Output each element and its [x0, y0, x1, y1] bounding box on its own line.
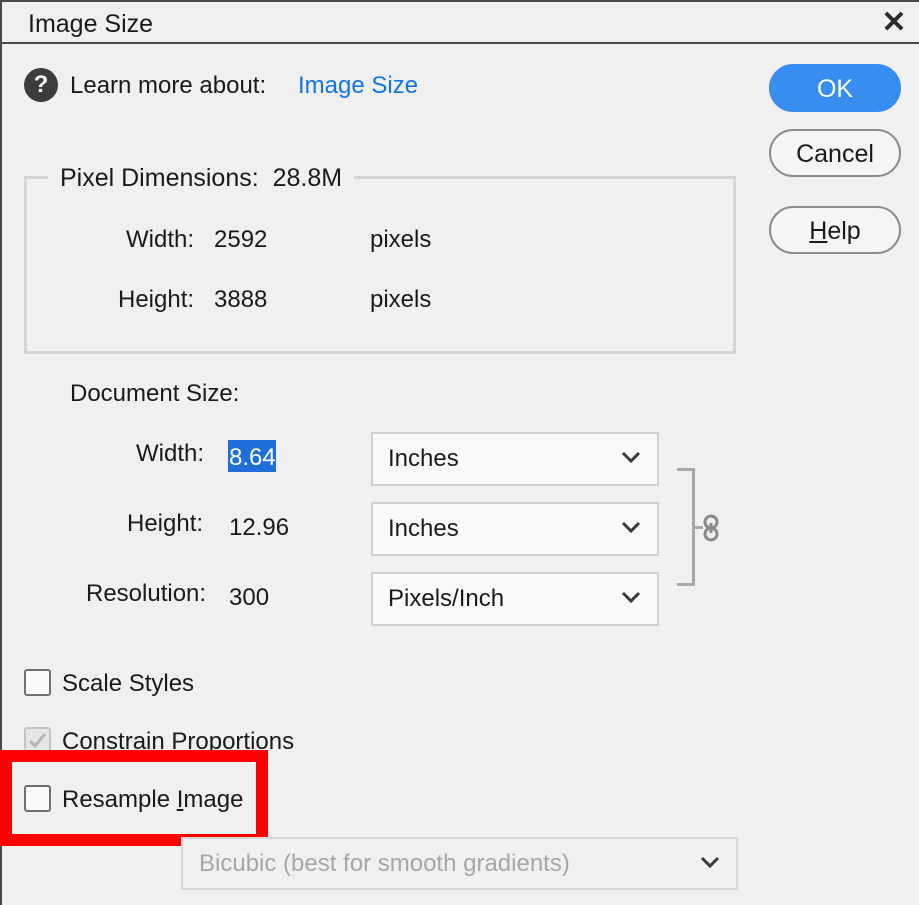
learn-more-link[interactable]: Image Size — [298, 72, 418, 100]
scale-styles-checkbox[interactable] — [24, 669, 51, 696]
doc-height-unit-select[interactable]: Inches — [371, 502, 659, 556]
pixel-width-value: 2592 — [214, 226, 268, 253]
highlight-annotation-frame — [0, 750, 268, 846]
chevron-down-icon — [621, 434, 643, 484]
help-button-label: elp — [827, 217, 861, 245]
resample-method-select[interactable]: Bicubic (best for smooth gradients) — [181, 837, 738, 890]
resolution-unit-value: Pixels/Inch — [388, 585, 505, 612]
dialog-title: Image Size — [28, 10, 154, 38]
pixel-height-unit: pixels — [370, 286, 432, 313]
pixel-dimensions-title: Pixel Dimensions: 28.8M — [48, 164, 355, 193]
chevron-down-icon — [621, 574, 643, 624]
resolution-input[interactable]: 300 — [229, 584, 269, 612]
pixel-height-label: Height: — [118, 286, 195, 313]
doc-height-label: Height: — [127, 510, 204, 537]
close-icon[interactable]: ✕ — [877, 6, 911, 40]
doc-height-unit-value: Inches — [388, 515, 459, 542]
doc-width-label: Width: — [136, 440, 205, 467]
question-circle-icon: ? — [24, 68, 58, 102]
chain-link-icon — [702, 513, 720, 543]
title-bar: Image Size ✕ — [0, 0, 919, 44]
pixel-dimensions-size: 28.8M — [272, 164, 343, 192]
doc-width-unit-select[interactable]: Inches — [371, 432, 659, 486]
ok-button[interactable]: OK — [769, 64, 901, 112]
pixel-height-value: 3888 — [214, 286, 268, 313]
learn-more-label: Learn more about: — [70, 72, 267, 99]
cancel-button[interactable]: Cancel — [769, 129, 901, 177]
resolution-label: Resolution: — [86, 580, 207, 607]
doc-width-unit-value: Inches — [388, 445, 459, 472]
pixel-width-unit: pixels — [370, 226, 432, 253]
chevron-down-icon — [700, 839, 722, 889]
doc-height-input[interactable]: 12.96 — [229, 514, 289, 542]
constrain-bracket — [677, 468, 695, 586]
chevron-down-icon — [621, 504, 643, 554]
scale-styles-label: Scale Styles — [62, 670, 195, 697]
help-button-mnemonic: H — [809, 217, 828, 245]
doc-width-input[interactable]: 8.64 — [229, 444, 276, 472]
pixel-dimensions-group — [24, 176, 736, 354]
resample-method-value: Bicubic (best for smooth gradients) — [199, 850, 570, 877]
pixel-dimensions-label: Pixel Dimensions: — [60, 164, 259, 192]
resolution-unit-select[interactable]: Pixels/Inch — [371, 572, 659, 626]
pixel-width-label: Width: — [126, 226, 195, 253]
help-button[interactable]: Help — [769, 206, 901, 254]
document-size-title: Document Size: — [70, 380, 240, 407]
